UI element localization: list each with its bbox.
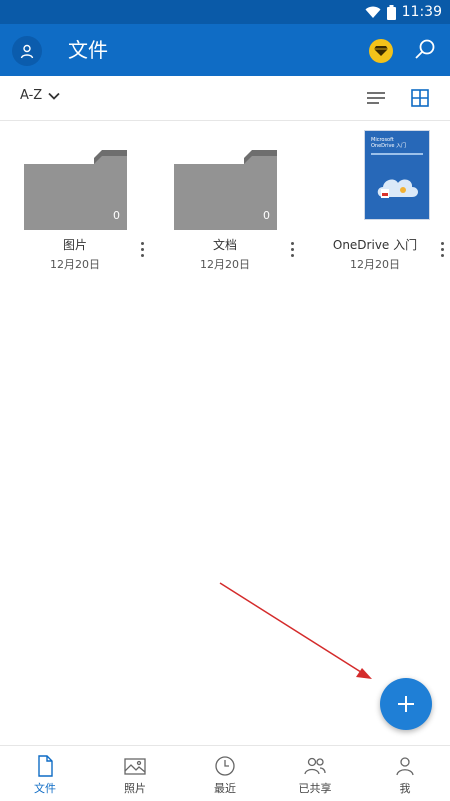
status-icons: 11:39	[365, 3, 442, 21]
document-tile[interactable]: Microsoft OneDrive 入门 OneDrive 入门 12月20日	[300, 128, 450, 278]
tab-label: 文件	[34, 782, 56, 795]
tab-label: 已共享	[298, 782, 332, 795]
document-thumbnail: Microsoft OneDrive 入门	[324, 130, 430, 230]
status-time: 11:39	[401, 4, 442, 20]
plus-icon	[398, 696, 414, 712]
person-icon	[20, 44, 34, 59]
file-name: 图片	[62, 238, 87, 252]
sort-dropdown[interactable]: A-Z	[20, 88, 60, 103]
cloud-illustration	[377, 179, 418, 198]
app-bar: 文件	[0, 24, 450, 76]
diamond-icon	[374, 46, 388, 56]
more-options-button[interactable]	[436, 242, 448, 266]
file-grid: 0 图片 12月20日 0 文档 12月20日 Microsoft OneDri…	[0, 122, 450, 282]
avatar[interactable]	[12, 36, 42, 66]
clock-icon	[215, 756, 235, 776]
file-date: 12月20日	[50, 258, 100, 271]
list-view-icon	[367, 92, 385, 104]
person-icon	[396, 757, 414, 776]
tab-photos[interactable]: 照片	[90, 746, 180, 801]
tab-label: 我	[399, 782, 411, 795]
battery-icon	[386, 4, 396, 20]
file-icon	[38, 755, 53, 777]
premium-diamond-button[interactable]	[369, 39, 393, 63]
item-count: 0	[263, 209, 270, 222]
pdf-cover: Microsoft OneDrive 入门	[364, 130, 430, 220]
tab-label: 最近	[214, 782, 236, 795]
sort-bar: A-Z	[0, 76, 450, 121]
bottom-tab-bar: 文件 照片 最近 已共享 我	[0, 745, 450, 801]
file-name: 文档	[212, 238, 237, 252]
folder-tile[interactable]: 0 图片 12月20日	[0, 128, 150, 278]
tab-label: 照片	[124, 782, 146, 795]
tab-me[interactable]: 我	[360, 746, 450, 801]
item-count: 0	[113, 209, 120, 222]
status-bar: 11:39	[0, 0, 450, 24]
photo-icon	[124, 758, 146, 775]
chevron-down-icon	[48, 92, 60, 100]
add-button[interactable]	[380, 678, 432, 730]
file-name: OneDrive 入门	[332, 238, 418, 252]
list-view-button[interactable]	[364, 86, 388, 110]
folder-thumbnail: 0	[174, 130, 278, 230]
tab-recent[interactable]: 最近	[180, 746, 270, 801]
more-options-button[interactable]	[286, 242, 298, 266]
people-icon	[304, 757, 326, 775]
search-icon	[415, 39, 435, 59]
tab-files[interactable]: 文件	[0, 746, 90, 801]
cover-text: OneDrive 入门	[371, 143, 407, 149]
tab-shared[interactable]: 已共享	[270, 746, 360, 801]
grid-view-button[interactable]	[408, 86, 432, 110]
grid-view-icon	[411, 89, 429, 107]
cover-rule	[371, 153, 423, 155]
page-title: 文件	[68, 38, 108, 62]
folder-tile[interactable]: 0 文档 12月20日	[150, 128, 300, 278]
more-options-button[interactable]	[136, 242, 148, 266]
search-button[interactable]	[412, 37, 438, 63]
sort-label: A-Z	[20, 88, 43, 103]
folder-thumbnail: 0	[24, 130, 128, 230]
file-date: 12月20日	[350, 258, 400, 271]
wifi-icon	[365, 6, 381, 18]
file-date: 12月20日	[200, 258, 250, 271]
